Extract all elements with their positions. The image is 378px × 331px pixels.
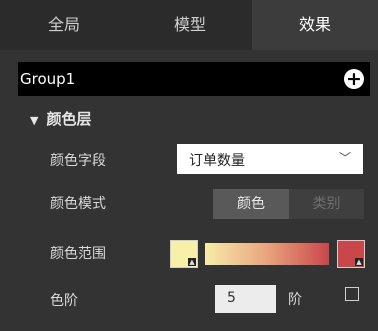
dropdown-triangle-icon: ▲ [188, 258, 196, 266]
start-color-swatch[interactable]: ▲ [170, 240, 198, 268]
section-color-layer[interactable]: ▼ 颜色层 [30, 108, 91, 129]
color-field-value: 订单数量 [189, 153, 245, 169]
plus-circle-icon[interactable]: + [344, 69, 364, 89]
steps-input[interactable]: 5 [215, 285, 276, 313]
tab-effects[interactable]: 效果 [252, 0, 378, 50]
steps-value: 5 [227, 290, 236, 306]
steps-checkbox[interactable] [345, 287, 359, 301]
dropdown-triangle-icon: ▲ [355, 258, 363, 266]
tab-global[interactable]: 全局 [0, 0, 128, 50]
color-steps-label: 色阶 [50, 293, 78, 309]
color-mode-label: 颜色模式 [50, 196, 106, 212]
mode-option-color[interactable]: 颜色 [213, 189, 289, 219]
chevron-down-icon: ﹀ [338, 151, 351, 165]
end-color-swatch[interactable]: ▲ [337, 240, 365, 268]
color-range-label: 颜色范围 [50, 246, 106, 262]
section-title: 颜色层 [46, 110, 92, 128]
color-gradient-bar [205, 243, 329, 265]
group-header[interactable]: Group1 + [18, 62, 370, 96]
group-label: Group1 [20, 70, 76, 88]
color-field-label: 颜色字段 [50, 153, 106, 169]
mode-option-category[interactable]: 类别 [289, 189, 364, 219]
tab-bar: 全局 模型 效果 [0, 0, 378, 50]
tab-model[interactable]: 模型 [128, 0, 252, 50]
effects-panel: 全局 模型 效果 Group1 + ▼ 颜色层 颜色字段 订单数量 ﹀ 颜色模式 … [0, 0, 378, 331]
steps-unit: 阶 [288, 292, 302, 308]
color-field-select[interactable]: 订单数量 ﹀ [177, 144, 363, 174]
caret-down-icon: ▼ [30, 114, 39, 127]
